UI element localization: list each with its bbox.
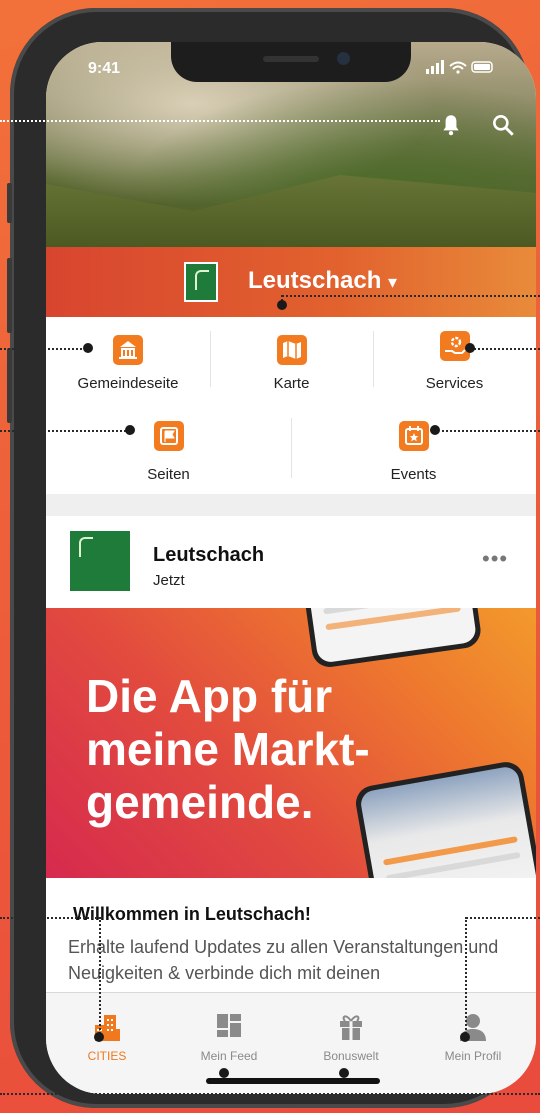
shortcut-services[interactable]: Services xyxy=(373,317,536,404)
tab-mein-profil[interactable]: Mein Profil xyxy=(412,993,534,1063)
post-header[interactable]: Leutschach Jetzt ••• xyxy=(46,516,536,608)
tab-label: Mein Feed xyxy=(200,1049,258,1063)
city-logo xyxy=(184,262,218,302)
tab-label: Bonuswelt xyxy=(323,1049,379,1063)
phone-screen: 9:41 Leutschach ▾ Gemeindeseite Karte Se… xyxy=(46,42,536,1094)
phone-mockup-top xyxy=(299,608,483,670)
city-selector-band[interactable]: Leutschach ▾ xyxy=(46,247,536,317)
bell-icon[interactable] xyxy=(438,112,464,138)
callout-line xyxy=(0,917,100,919)
banner-headline: Die App für meine Markt-gemeinde. xyxy=(86,670,370,828)
shortcut-label: Gemeindeseite xyxy=(77,375,179,392)
callout-line xyxy=(465,917,467,1037)
tab-label: CITIES xyxy=(87,1049,127,1063)
tab-label: Mein Profil xyxy=(444,1049,502,1063)
callout-line xyxy=(470,348,540,350)
gift-icon xyxy=(336,1011,366,1043)
tab-bonuswelt[interactable]: Bonuswelt xyxy=(290,993,412,1063)
callout-line xyxy=(282,295,540,297)
shortcut-row-1: Gemeindeseite Karte Services xyxy=(46,317,536,405)
more-options-icon[interactable]: ••• xyxy=(482,546,508,572)
city-selector[interactable]: Leutschach ▾ xyxy=(248,267,397,295)
callout-line xyxy=(0,1093,540,1095)
notch xyxy=(171,42,411,82)
callout-dot xyxy=(125,425,135,435)
flag-icon xyxy=(153,421,184,451)
shortcut-label: Karte xyxy=(273,375,310,392)
callout-dot xyxy=(339,1068,349,1078)
callout-line xyxy=(437,430,540,432)
volume-up-button xyxy=(7,258,12,333)
shortcut-label: Seiten xyxy=(147,466,190,483)
callout-line xyxy=(0,120,440,122)
town-hall-icon xyxy=(113,335,143,365)
callout-dot xyxy=(219,1068,229,1078)
mute-switch xyxy=(7,183,12,223)
callout-dot xyxy=(465,343,475,353)
callout-dot xyxy=(277,300,287,310)
post-author-avatar xyxy=(70,531,130,591)
callout-dot xyxy=(430,425,440,435)
chevron-down-icon: ▾ xyxy=(388,272,398,292)
section-gap xyxy=(46,494,536,516)
shortcut-label: Services xyxy=(425,375,484,392)
callout-line xyxy=(0,348,86,350)
map-icon xyxy=(276,335,307,365)
post-time: Jetzt xyxy=(153,572,185,589)
phone-frame: 9:41 Leutschach ▾ Gemeindeseite Karte Se… xyxy=(7,8,536,1108)
callout-line xyxy=(99,917,101,1037)
welcome-text: Erhalte laufend Updates zu allen Veranst… xyxy=(68,937,499,983)
volume-down-button xyxy=(7,348,12,423)
city-name: Leutschach xyxy=(248,267,382,294)
home-indicator xyxy=(206,1078,380,1084)
shortcut-seiten[interactable]: Seiten xyxy=(46,404,291,494)
status-time: 9:41 xyxy=(88,60,121,77)
shortcut-row-2: Seiten Events xyxy=(46,404,536,495)
tab-mein-feed[interactable]: Mein Feed xyxy=(168,993,290,1063)
shortcut-events[interactable]: Events xyxy=(291,404,536,494)
shortcut-label: Events xyxy=(390,466,437,483)
post-author: Leutschach xyxy=(153,544,265,566)
search-icon[interactable] xyxy=(490,112,516,138)
callout-dot xyxy=(460,1032,470,1042)
post-banner-image: Die App für meine Markt-gemeinde. xyxy=(46,608,536,878)
callout-dot xyxy=(83,343,93,353)
callout-dot xyxy=(94,1032,104,1042)
status-icons xyxy=(426,60,496,77)
callout-line xyxy=(0,430,130,432)
tab-cities[interactable]: CITIES xyxy=(46,993,168,1063)
calendar-star-icon xyxy=(398,421,429,451)
feed-grid-icon xyxy=(214,1011,244,1043)
welcome-title: Willkommen in Leutschach! xyxy=(73,904,311,924)
post-body[interactable]: Willkommen in Leutschach! Erhalte laufen… xyxy=(46,878,536,1008)
callout-line xyxy=(466,917,540,919)
shortcut-karte[interactable]: Karte xyxy=(210,317,373,404)
shortcut-gemeindeseite[interactable]: Gemeindeseite xyxy=(46,317,210,404)
